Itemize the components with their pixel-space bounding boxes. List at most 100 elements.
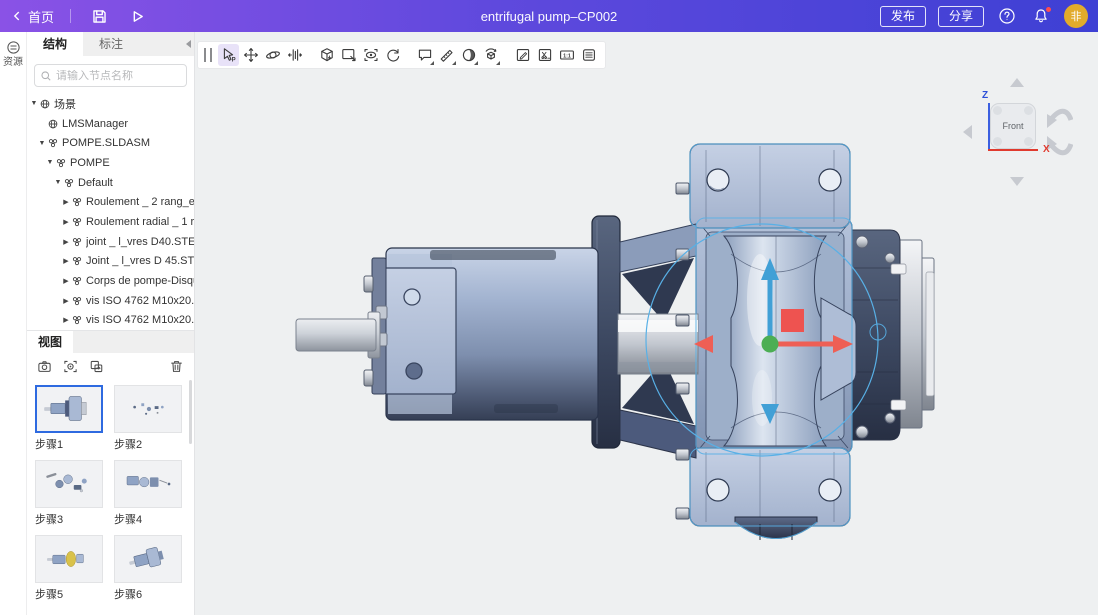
tree-item[interactable]: ▶ Corps de pompe-Disque d''us — [27, 271, 194, 291]
viewcube-rotate-arrows[interactable] — [1045, 84, 1073, 180]
view-thumbnails: 步骤1 步骤2 步骤3 — [27, 380, 194, 610]
tool-icon — [483, 47, 499, 63]
tree-item[interactable]: ▶ vis ISO 4762 M10x20.STEP-1 — [27, 291, 194, 311]
view-step-thumbnail[interactable]: 步骤4 — [114, 460, 182, 527]
tree-item[interactable]: ▼ POMPE.SLDASM — [27, 133, 194, 153]
thumbnail-image — [114, 460, 182, 508]
tree-node-label: Corps de pompe-Disque d''us — [86, 275, 194, 287]
tree-item[interactable]: ▶ Joint _ l_vres D 45.STEP-1 — [27, 252, 194, 272]
scale-1-1-tool[interactable] — [556, 44, 577, 66]
panel-tab[interactable]: 结构 — [27, 32, 83, 56]
view-step-thumbnail[interactable]: 步骤5 — [35, 535, 103, 602]
tree-item[interactable]: ▶ vis ISO 4762 M10x20.STEP-2 — [27, 311, 194, 330]
left-sidebar: 资源 结构标注 ▼ 场景 LMSManager — [0, 32, 195, 615]
thumbnail-label: 步骤6 — [114, 586, 182, 602]
avatar[interactable]: 非 — [1064, 4, 1088, 28]
section-tool[interactable] — [480, 44, 501, 66]
orbit-tool[interactable] — [262, 44, 283, 66]
viewcube-up-arrow[interactable] — [1010, 78, 1024, 87]
thumbnail-image — [114, 535, 182, 583]
tree-item[interactable]: ▼ POMPE — [27, 153, 194, 173]
tree-node-icon — [39, 98, 51, 110]
zoom-window-tool[interactable] — [338, 44, 359, 66]
tree-expand-arrow[interactable]: ▶ — [61, 238, 71, 246]
reset-view-tool[interactable] — [382, 44, 403, 66]
snapshot-tool[interactable] — [534, 44, 555, 66]
thumbnail-image — [35, 385, 103, 433]
tree-expand-arrow[interactable]: ▶ — [61, 218, 71, 226]
view-cube: Z X Front — [961, 76, 1073, 188]
viewcube-corner — [1024, 106, 1033, 115]
viewport-3d[interactable]: Z X Front — [195, 32, 1098, 615]
tree-expand-arrow[interactable]: ▶ — [61, 316, 71, 324]
tree-item[interactable]: ▼ Default — [27, 173, 194, 193]
tree-item[interactable]: ▼ 场景 — [27, 94, 194, 114]
gizmo-plane-handle[interactable] — [781, 309, 804, 332]
publish-button[interactable]: 发布 — [880, 6, 926, 27]
trash-icon[interactable] — [169, 359, 184, 374]
tree-node-label: POMPE — [70, 157, 110, 169]
toolbar-drag-handle[interactable] — [204, 48, 212, 62]
help-button[interactable] — [996, 5, 1018, 27]
play-button[interactable] — [125, 4, 149, 28]
tree-expand-arrow[interactable]: ▶ — [61, 257, 71, 265]
share-button[interactable]: 分享 — [938, 6, 984, 27]
select-tool[interactable] — [218, 44, 239, 66]
cad-toolbar — [197, 41, 606, 69]
tree-expand-arrow[interactable]: ▼ — [29, 100, 39, 107]
viewcube-down-arrow[interactable] — [1010, 177, 1024, 186]
comment-tool[interactable] — [414, 44, 435, 66]
tree-item[interactable]: LMSManager — [27, 114, 194, 134]
tree-node-icon — [71, 295, 83, 307]
help-icon — [998, 7, 1016, 25]
top-bar: 首页 entrifugal pump–CP002 发布 分享 非 — [0, 0, 1098, 32]
back-home-button[interactable]: 首页 — [10, 7, 54, 26]
view-step-thumbnail[interactable]: 步骤6 — [114, 535, 182, 602]
tool-icon — [287, 47, 303, 63]
view-step-thumbnail[interactable]: 步骤1 — [35, 385, 103, 452]
viewcube-z-label: Z — [982, 90, 988, 101]
views-tab[interactable]: 视图 — [27, 331, 73, 353]
tree-expand-arrow[interactable]: ▼ — [53, 179, 63, 186]
tree-expand-arrow[interactable]: ▼ — [37, 140, 47, 147]
explode-tool[interactable] — [284, 44, 305, 66]
save-button[interactable] — [87, 4, 111, 28]
viewcube-corner — [993, 137, 1002, 146]
tree-item[interactable]: ▶ Roulement _ 2 rang_es de bill — [27, 192, 194, 212]
thumbnail-image — [35, 460, 103, 508]
viewcube-left-arrow[interactable] — [963, 125, 972, 139]
resource-icon[interactable] — [6, 40, 21, 55]
window-switch-icon[interactable] — [89, 359, 104, 374]
view-step-thumbnail[interactable]: 步骤2 — [114, 385, 182, 452]
gizmo-center-handle[interactable] — [762, 336, 779, 353]
views-scrollbar[interactable] — [189, 380, 192, 444]
tree-node-icon — [71, 314, 83, 326]
thumbnail-label: 步骤3 — [35, 511, 103, 527]
thumbnail-label: 步骤2 — [114, 436, 182, 452]
panel-tab[interactable]: 标注 — [83, 32, 139, 56]
camera-icon[interactable] — [37, 359, 52, 374]
measure-tool[interactable] — [436, 44, 457, 66]
tree-item[interactable]: ▶ joint _ l_vres D40.STEP-1 — [27, 232, 194, 252]
tool-icon — [265, 47, 281, 63]
tree-expand-arrow[interactable]: ▼ — [45, 159, 55, 166]
thumbnail-preview-icon — [117, 388, 179, 430]
panel-collapse-arrow[interactable] — [186, 40, 191, 48]
display-mode-tool[interactable] — [458, 44, 479, 66]
visibility-tool[interactable] — [360, 44, 381, 66]
tree-item[interactable]: ▶ Roulement radial _ 1 rang_e d — [27, 212, 194, 232]
tree-node-icon — [71, 236, 83, 248]
bom-list-tool[interactable] — [578, 44, 599, 66]
tree-node-icon — [63, 177, 75, 189]
tree-expand-arrow[interactable]: ▶ — [61, 277, 71, 285]
view-step-thumbnail[interactable]: 步骤3 — [35, 460, 103, 527]
notifications-button[interactable] — [1030, 5, 1052, 27]
tree-expand-arrow[interactable]: ▶ — [61, 198, 71, 206]
edit-doc-tool[interactable] — [512, 44, 533, 66]
move-tool[interactable] — [240, 44, 261, 66]
capture-target-icon[interactable] — [63, 359, 78, 374]
tree-expand-arrow[interactable]: ▶ — [61, 297, 71, 305]
viewcube-front-face[interactable]: Front — [990, 103, 1036, 149]
node-search-input[interactable] — [56, 70, 181, 82]
isolate-tool[interactable] — [316, 44, 337, 66]
